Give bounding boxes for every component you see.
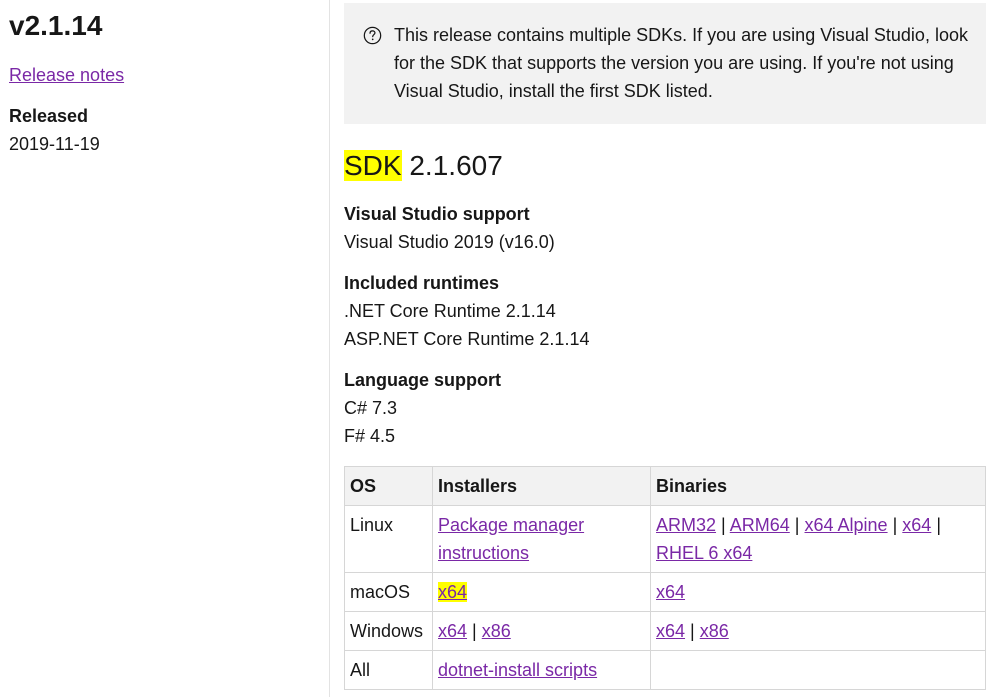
question-circle-icon	[363, 26, 382, 45]
macos-installer-x64-link[interactable]: x64	[438, 582, 468, 602]
separator: |	[721, 515, 726, 535]
header-installers: Installers	[432, 466, 651, 506]
os-cell: Linux	[344, 505, 433, 573]
dotnet-install-scripts-link[interactable]: dotnet-install scripts	[438, 660, 597, 680]
runtime-item: .NET Core Runtime 2.1.14	[344, 301, 556, 321]
windows-installer-x86-link[interactable]: x86	[482, 621, 511, 641]
binaries-cell	[650, 650, 986, 690]
release-notes-link[interactable]: Release notes	[9, 63, 124, 87]
os-cell: Windows	[344, 611, 433, 651]
table-header-row: OS Installers Binaries	[344, 466, 986, 506]
binaries-cell: ARM32 | ARM64 | x64 Alpine | x64 | RHEL …	[650, 505, 986, 573]
note-text: This release contains multiple SDKs. If …	[394, 25, 968, 101]
header-os: OS	[344, 466, 433, 506]
sdk-heading: SDK 2.1.607	[344, 148, 503, 184]
binaries-cell: x64	[650, 572, 986, 612]
table-row: macOS x64 x64	[344, 572, 986, 612]
os-cell: macOS	[344, 572, 433, 612]
vs-support-value: Visual Studio 2019 (v16.0)	[344, 232, 555, 252]
os-cell: All	[344, 650, 433, 690]
released-date: 2019-11-19	[9, 134, 100, 154]
linux-x64-link[interactable]: x64	[902, 515, 931, 535]
separator: |	[690, 621, 695, 641]
linux-arm32-link[interactable]: ARM32	[656, 515, 716, 535]
downloads-table: OS Installers Binaries Linux Package man…	[344, 466, 986, 690]
vs-support-label: Visual Studio support	[344, 204, 530, 224]
version-title: v2.1.14	[9, 10, 103, 41]
table-row: Windows x64 | x86 x64 | x86	[344, 611, 986, 651]
sdk-heading-version: 2.1.607	[409, 150, 503, 181]
separator: |	[892, 515, 898, 535]
installers-cell: Package manager instructions	[432, 505, 651, 573]
sdk-note-box: This release contains multiple SDKs. If …	[344, 3, 986, 124]
installers-cell: x64	[432, 572, 651, 612]
header-binaries: Binaries	[650, 466, 986, 506]
linux-x64-alpine-link[interactable]: x64 Alpine	[805, 515, 888, 535]
installers-cell: dotnet-install scripts	[432, 650, 651, 690]
sdk-heading-highlight: SDK	[344, 150, 402, 181]
language-label: Language support	[344, 370, 501, 390]
linux-rhel6-x64-link[interactable]: RHEL 6 x64	[656, 543, 752, 563]
runtime-item: ASP.NET Core Runtime 2.1.14	[344, 329, 590, 349]
macos-binary-x64-link[interactable]: x64	[656, 582, 685, 602]
language-item: F# 4.5	[344, 426, 396, 446]
table-row: All dotnet-install scripts	[344, 650, 986, 690]
table-row: Linux Package manager instructions ARM32…	[344, 505, 986, 573]
separator: |	[472, 621, 477, 641]
linux-arm64-link[interactable]: ARM64	[730, 515, 790, 535]
linux-package-manager-link[interactable]: Package manager instructions	[438, 515, 584, 563]
windows-binary-x86-link[interactable]: x86	[700, 621, 729, 641]
windows-binary-x64-link[interactable]: x64	[656, 621, 685, 641]
separator: |	[794, 515, 800, 535]
binaries-cell: x64 | x86	[650, 611, 986, 651]
sidebar: v2.1.14 Release notes Released 2019-11-1…	[0, 0, 330, 697]
windows-installer-x64-link[interactable]: x64	[438, 621, 467, 641]
runtimes-label: Included runtimes	[344, 273, 500, 293]
language-item: C# 7.3	[344, 398, 398, 418]
separator: |	[936, 515, 942, 535]
installers-cell: x64 | x86	[432, 611, 651, 651]
released-label: Released	[9, 106, 89, 126]
